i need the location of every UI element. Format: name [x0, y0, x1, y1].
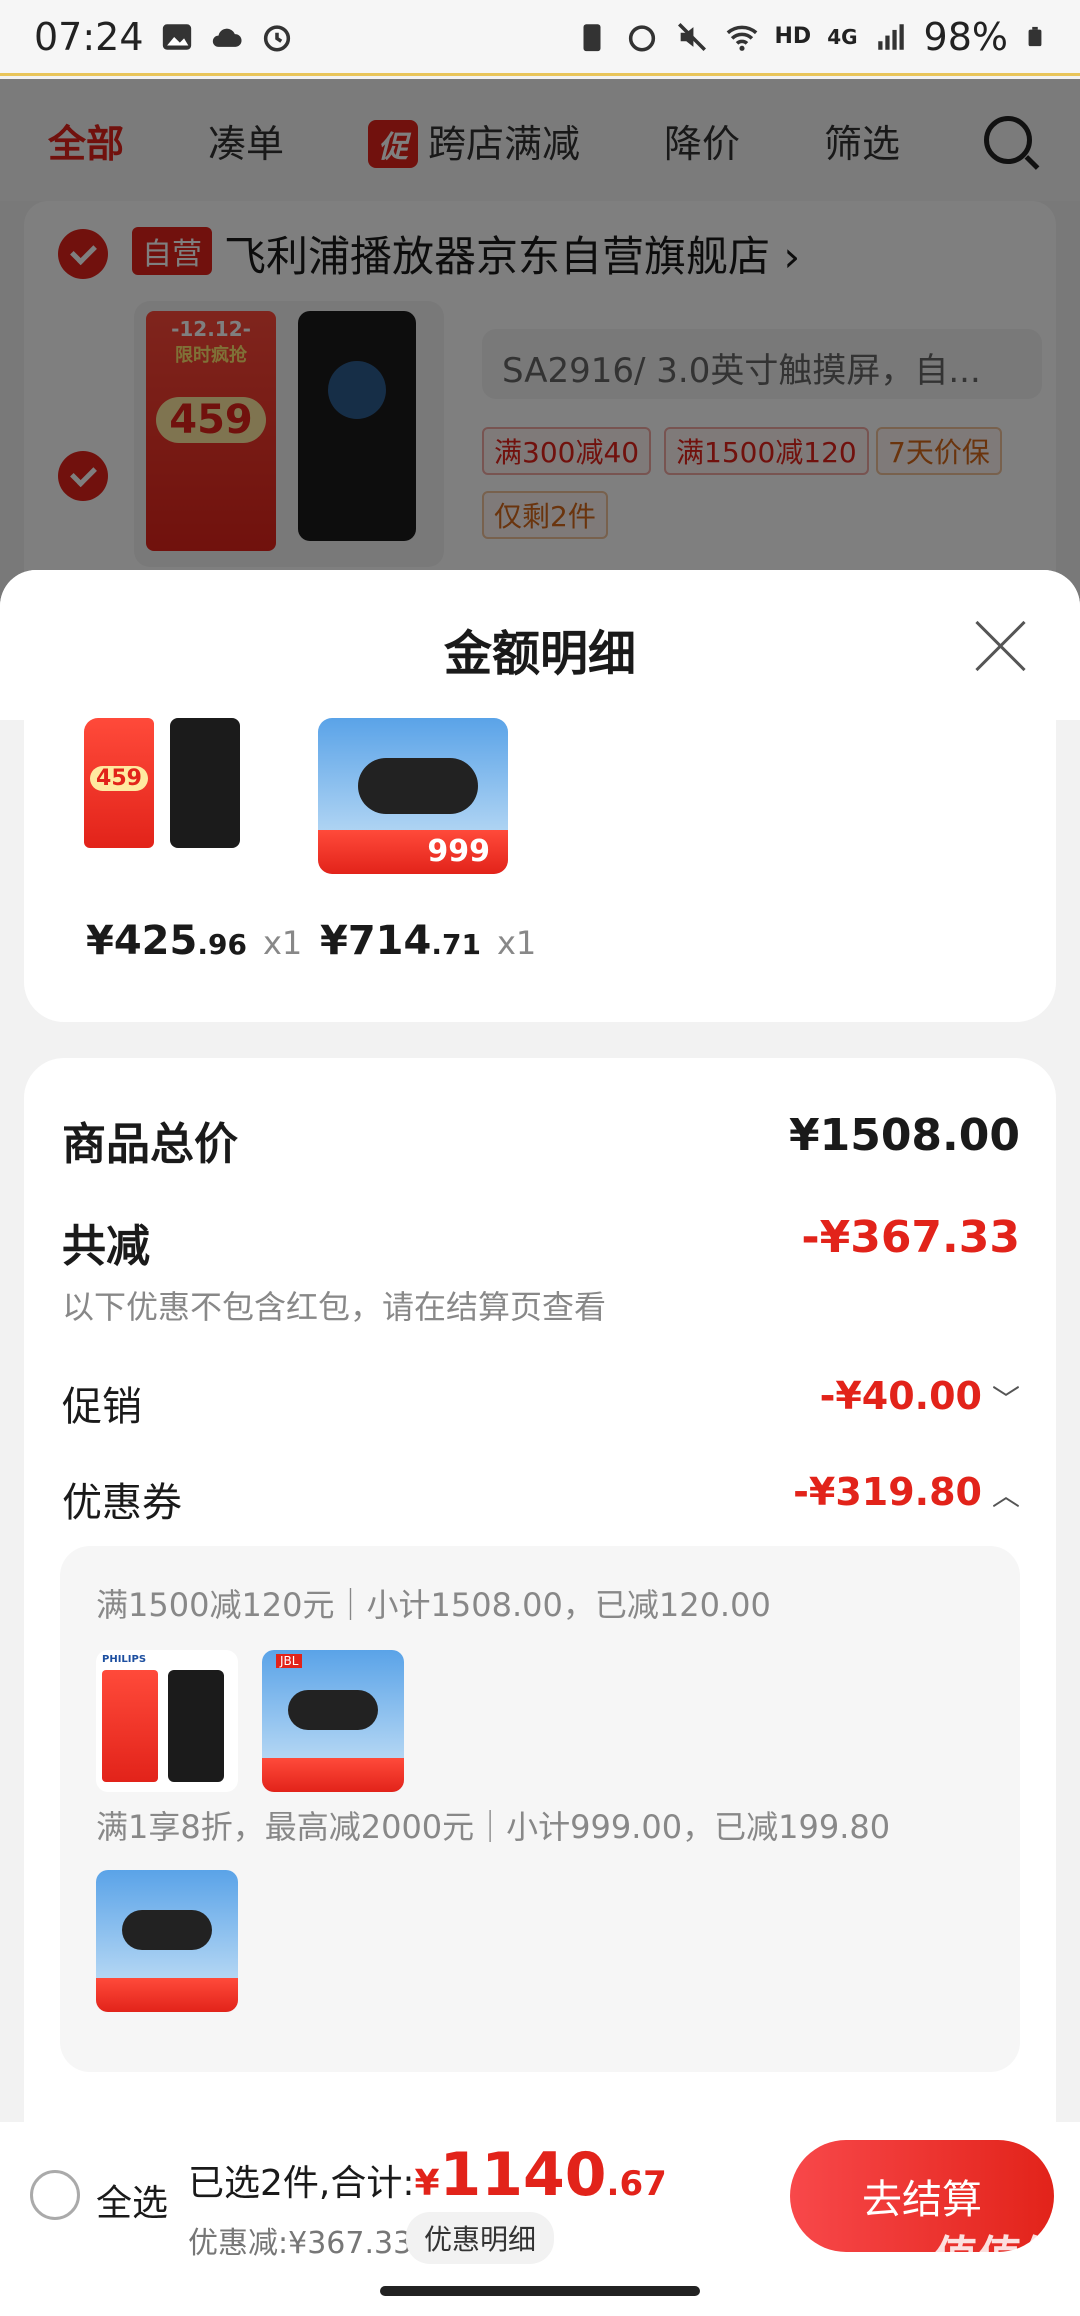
item-image-speaker[interactable]: 999: [318, 718, 508, 874]
coupon-thumb-player[interactable]: PHILIPS: [96, 1650, 238, 1792]
net-label: 4G: [827, 24, 858, 49]
speaker-art-price: 999: [427, 834, 490, 869]
status-time: 07:24: [34, 14, 144, 59]
coupon-line-1: 满1500减120元｜小计1508.00，已减120.00: [96, 1586, 771, 1624]
item-qty-2: x1: [496, 924, 537, 962]
watermark-sub: zhizhizhi.com: [917, 2278, 1066, 2303]
status-right: HD 4G 98%: [575, 15, 1047, 59]
total-dec: .67: [606, 2164, 667, 2204]
item-art-price: 459: [90, 766, 148, 791]
sheet-header: 金额明细: [0, 570, 1080, 720]
item-art-player: [170, 718, 240, 848]
status-bar: 07:24 HD 4G 98%: [0, 0, 1080, 76]
coupon-label: 优惠券: [62, 1480, 182, 1526]
item-price-1-dec: .96: [197, 928, 247, 961]
total-yen: ¥: [414, 2163, 440, 2204]
coupon-detail-box: 满1500减120元｜小计1508.00，已减120.00 PHILIPS JB…: [60, 1546, 1020, 2072]
select-all-radio[interactable]: [30, 2170, 80, 2220]
jbl-text: JBL: [276, 1654, 303, 1668]
discount-label: 共减: [62, 1221, 150, 1272]
discount-value: -¥367.33: [801, 1212, 1020, 1263]
items-card: 459 999 ¥425.96 x1 ¥714.71 x1: [24, 718, 1056, 1022]
gallery-icon: [162, 23, 191, 50]
battery-icon: [1028, 26, 1042, 46]
coupon-thumb-player-art: [168, 1670, 224, 1782]
selected-prefix: 已选2件,合计:: [188, 2163, 415, 2204]
promo-label: 促销: [62, 1384, 142, 1430]
item-price-2-int: ¥714: [320, 918, 432, 964]
coupon-line-2: 满1享8折，最高减2000元｜小计999.00，已减199.80: [96, 1808, 891, 1846]
total-label: 商品总价: [62, 1119, 238, 1170]
total-line: 已选2件,合计:¥1140.67: [188, 2140, 667, 2210]
watermark-main: 值值值: [934, 2232, 1066, 2283]
discount-detail-button[interactable]: 优惠明细: [406, 2212, 555, 2264]
status-left: 07:24: [34, 15, 294, 59]
coupon-thumb-speaker-2[interactable]: [96, 1870, 238, 2012]
item-price-2-dec: .71: [431, 928, 481, 961]
coupon-thumb-art: [102, 1670, 158, 1782]
item-image-player[interactable]: 459: [84, 718, 254, 868]
hd-label: HD: [774, 24, 812, 49]
mute-icon: [677, 22, 706, 51]
discount-summary: 优惠减:¥367.33: [188, 2226, 413, 2261]
cloud-icon: [212, 28, 242, 47]
total-int: 1140: [439, 2140, 607, 2210]
select-all-label[interactable]: 全选: [96, 2174, 168, 2226]
brand-text: PHILIPS: [102, 1654, 147, 1665]
close-icon[interactable]: [972, 618, 1028, 674]
item-qty-1: x1: [262, 924, 303, 962]
chevron-up-icon: ︿: [991, 1479, 1020, 1512]
chevron-down-icon: ﹀: [991, 1383, 1020, 1416]
total-value: ¥1508.00: [788, 1110, 1020, 1161]
sheet-title: 金额明细: [443, 626, 636, 682]
promo-value: -¥40.00: [819, 1374, 982, 1418]
promo-row[interactable]: -¥40.00 ﹀: [820, 1374, 1020, 1418]
coupon-row[interactable]: -¥319.80 ︿: [793, 1470, 1020, 1514]
coupon-value: -¥319.80: [793, 1470, 982, 1514]
discount-note: 以下优惠不包含红包，请在结算页查看: [62, 1288, 607, 1326]
item-price-1: ¥425.96 x1: [86, 918, 302, 964]
home-handle[interactable]: [380, 2286, 700, 2296]
battery-percent: 98%: [923, 14, 1008, 59]
signal-icon: [877, 23, 904, 50]
coupon-thumb-speaker[interactable]: JBL: [262, 1650, 404, 1792]
speaker-price-band: 999: [318, 830, 508, 874]
speaker-shape: [358, 758, 478, 814]
item-price-2: ¥714.71 x1: [320, 918, 536, 964]
battery-saver-icon: [583, 23, 600, 51]
wifi-icon: [726, 25, 757, 51]
item-price-1-int: ¥425: [86, 918, 198, 964]
watermark: 值值值 zhizhizhi.com: [917, 2236, 1066, 2302]
amount-detail-sheet: 金额明细 459 999 ¥425.96 x1 ¥714.71 x1 商品总价 ¥1…: [0, 570, 1080, 2316]
item-art-red: 459: [84, 718, 154, 848]
alarm-icon: [263, 24, 290, 52]
alarm-status-icon: [628, 24, 655, 52]
